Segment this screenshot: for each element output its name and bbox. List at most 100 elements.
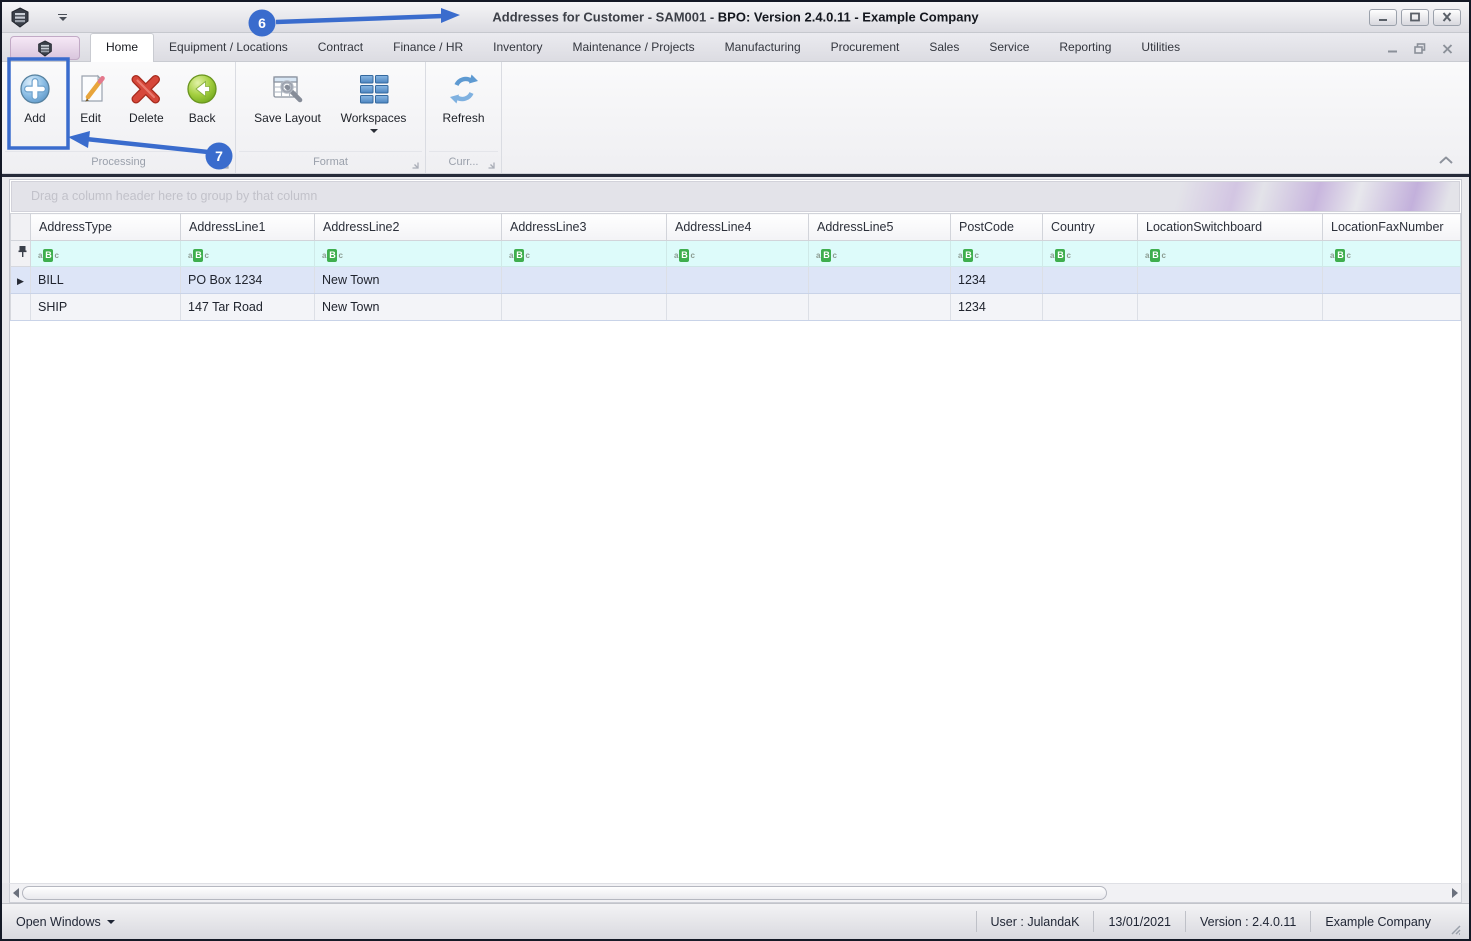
mdi-close-icon[interactable] bbox=[1442, 43, 1453, 54]
tab-manufacturing[interactable]: Manufacturing bbox=[710, 34, 816, 61]
cell-addressline5[interactable] bbox=[808, 266, 951, 294]
column-header-addressline4[interactable]: AddressLine4 bbox=[666, 213, 809, 241]
workspaces-button[interactable]: Workspaces bbox=[331, 67, 417, 133]
groupby-decoration bbox=[1119, 182, 1459, 211]
filter-cell-addressline5[interactable]: aBc bbox=[808, 240, 951, 267]
cell-addressline5[interactable] bbox=[808, 293, 951, 321]
table-row-ship[interactable]: SHIP 147 Tar Road New Town 1234 bbox=[10, 293, 1461, 321]
filter-cell-locationfaxnumber[interactable]: aBc bbox=[1322, 240, 1461, 267]
cell-locationswitchboard[interactable] bbox=[1137, 266, 1323, 294]
collapse-ribbon-icon[interactable] bbox=[1437, 153, 1455, 165]
group-by-bar[interactable]: Drag a column header here to group by th… bbox=[11, 181, 1460, 212]
cell-postcode[interactable]: 1234 bbox=[950, 266, 1043, 294]
tab-reporting[interactable]: Reporting bbox=[1044, 34, 1126, 61]
filter-cell-addressline1[interactable]: aBc bbox=[180, 240, 315, 267]
open-windows-button[interactable]: Open Windows bbox=[16, 915, 115, 929]
cell-addressline2[interactable]: New Town bbox=[314, 266, 502, 294]
edit-icon bbox=[81, 74, 105, 102]
status-right: User : JulandaK 13/01/2021 Version : 2.4… bbox=[975, 904, 1463, 939]
cell-country[interactable] bbox=[1042, 266, 1138, 294]
dialog-launcher-icon[interactable] bbox=[411, 161, 419, 169]
row-indicator-header bbox=[10, 213, 31, 241]
filter-cell-addresstype[interactable]: aBc bbox=[30, 240, 181, 267]
tab-maintenance-projects[interactable]: Maintenance / Projects bbox=[558, 34, 710, 61]
cell-addresstype[interactable]: BILL bbox=[30, 266, 181, 294]
ribbon-group-caption-processing: Processing bbox=[5, 151, 232, 173]
status-bar: Open Windows User : JulandaK 13/01/2021 … bbox=[2, 903, 1469, 939]
scrollbar-track[interactable] bbox=[22, 886, 1449, 900]
back-button-label: Back bbox=[188, 111, 216, 125]
quick-access-customize-icon[interactable] bbox=[58, 13, 67, 21]
column-header-locationfaxnumber[interactable]: LocationFaxNumber bbox=[1322, 213, 1461, 241]
close-button[interactable] bbox=[1433, 8, 1461, 26]
column-header-addresstype[interactable]: AddressType bbox=[30, 213, 181, 241]
cell-locationfaxnumber[interactable] bbox=[1322, 293, 1461, 321]
save-layout-button[interactable]: Save Layout bbox=[245, 67, 331, 125]
tab-service[interactable]: Service bbox=[974, 34, 1044, 61]
edit-button[interactable]: Edit bbox=[63, 67, 119, 125]
cell-postcode[interactable]: 1234 bbox=[950, 293, 1043, 321]
mdi-restore-icon[interactable] bbox=[1414, 43, 1426, 54]
cell-locationfaxnumber[interactable] bbox=[1322, 266, 1461, 294]
filter-cell-addressline2[interactable]: aBc bbox=[314, 240, 502, 267]
tab-finance-hr[interactable]: Finance / HR bbox=[378, 34, 478, 61]
add-button-label: Add bbox=[24, 111, 46, 125]
scroll-left-icon[interactable] bbox=[13, 888, 19, 898]
column-header-addressline3[interactable]: AddressLine3 bbox=[501, 213, 667, 241]
application-menu-button[interactable] bbox=[10, 36, 80, 60]
window-title-primary: Addresses for Customer - SAM001 - bbox=[492, 9, 718, 25]
content-area: Drag a column header here to group by th… bbox=[2, 174, 1469, 883]
tab-inventory[interactable]: Inventory bbox=[478, 34, 557, 61]
column-header-addressline1[interactable]: AddressLine1 bbox=[180, 213, 315, 241]
workspaces-button-label: Workspaces bbox=[340, 111, 407, 125]
column-header-country[interactable]: Country bbox=[1042, 213, 1138, 241]
add-button[interactable]: Add bbox=[7, 67, 63, 125]
filter-cell-postcode[interactable]: aBc bbox=[950, 240, 1043, 267]
tab-procurement[interactable]: Procurement bbox=[816, 34, 915, 61]
cell-addressline3[interactable] bbox=[501, 266, 667, 294]
tab-utilities[interactable]: Utilities bbox=[1126, 34, 1195, 61]
column-header-addressline5[interactable]: AddressLine5 bbox=[808, 213, 951, 241]
filter-cell-locationswitchboard[interactable]: aBc bbox=[1137, 240, 1323, 267]
cell-addressline4[interactable] bbox=[666, 266, 809, 294]
minimize-button[interactable] bbox=[1369, 8, 1397, 26]
scrollbar-thumb[interactable] bbox=[22, 886, 1107, 900]
filter-cell-addressline3[interactable]: aBc bbox=[501, 240, 667, 267]
window-title-secondary: BPO: Version 2.4.0.11 - Example Company bbox=[717, 9, 979, 25]
ribbon-group-processing: Add Edit Delete Back Processing bbox=[2, 62, 236, 173]
resize-grip-icon[interactable] bbox=[1447, 921, 1461, 935]
dialog-launcher-icon[interactable] bbox=[221, 161, 229, 169]
maximize-button[interactable] bbox=[1401, 8, 1429, 26]
cell-locationswitchboard[interactable] bbox=[1137, 293, 1323, 321]
tab-equipment-locations[interactable]: Equipment / Locations bbox=[154, 34, 303, 61]
dialog-launcher-icon[interactable] bbox=[487, 161, 495, 169]
column-header-locationswitchboard[interactable]: LocationSwitchboard bbox=[1137, 213, 1323, 241]
tab-sales[interactable]: Sales bbox=[914, 34, 974, 61]
cell-addressline1[interactable]: PO Box 1234 bbox=[180, 266, 315, 294]
cell-addressline2[interactable]: New Town bbox=[314, 293, 502, 321]
open-windows-dropdown-icon bbox=[106, 919, 115, 924]
mdi-minimize-icon[interactable] bbox=[1387, 44, 1398, 53]
cell-addressline3[interactable] bbox=[501, 293, 667, 321]
refresh-button[interactable]: Refresh bbox=[436, 67, 492, 125]
back-button[interactable]: Back bbox=[174, 67, 230, 125]
back-icon bbox=[187, 74, 217, 104]
cell-country[interactable] bbox=[1042, 293, 1138, 321]
horizontal-scrollbar[interactable] bbox=[9, 883, 1462, 903]
cell-addresstype[interactable]: SHIP bbox=[30, 293, 181, 321]
scroll-right-icon[interactable] bbox=[1452, 888, 1458, 898]
cell-addressline4[interactable] bbox=[666, 293, 809, 321]
row-indicator bbox=[10, 293, 31, 321]
column-header-postcode[interactable]: PostCode bbox=[950, 213, 1043, 241]
window-title: Addresses for Customer - SAM001 - BPO: V… bbox=[492, 10, 978, 25]
status-date: 13/01/2021 bbox=[1093, 911, 1185, 932]
ribbon-group-caption-current: Curr... bbox=[429, 151, 498, 173]
filter-cell-addressline4[interactable]: aBc bbox=[666, 240, 809, 267]
cell-addressline1[interactable]: 147 Tar Road bbox=[180, 293, 315, 321]
tab-contract[interactable]: Contract bbox=[303, 34, 378, 61]
column-header-addressline2[interactable]: AddressLine2 bbox=[314, 213, 502, 241]
filter-cell-country[interactable]: aBc bbox=[1042, 240, 1138, 267]
delete-button[interactable]: Delete bbox=[119, 67, 175, 125]
tab-home[interactable]: Home bbox=[90, 33, 155, 62]
table-row-bill[interactable]: ▶ BILL PO Box 1234 New Town 1234 bbox=[10, 266, 1461, 294]
